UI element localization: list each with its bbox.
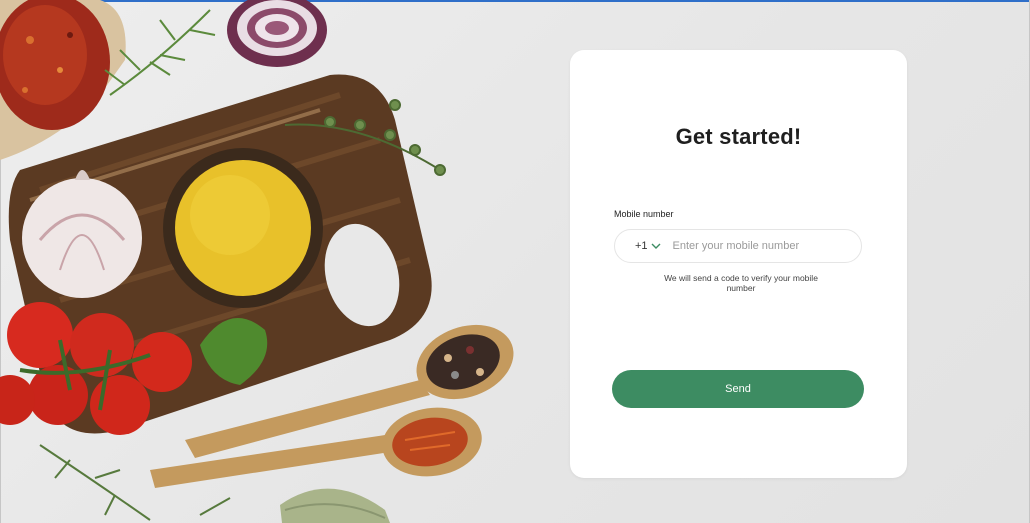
hero-food-illustration bbox=[0, 0, 514, 523]
signup-card: Get started! Mobile number +1 We will se… bbox=[570, 50, 907, 478]
verification-helper-text: We will send a code to verify your mobil… bbox=[664, 273, 818, 293]
bay-leaf-icon bbox=[280, 488, 390, 523]
page-title: Get started! bbox=[675, 124, 802, 149]
mobile-number-field: +1 bbox=[614, 229, 862, 263]
country-code-value: +1 bbox=[635, 240, 648, 252]
mobile-number-input[interactable] bbox=[670, 239, 825, 253]
chili-flakes-spoon-icon bbox=[0, 0, 126, 160]
turmeric-bowl-icon bbox=[163, 148, 323, 308]
mobile-number-label: Mobile number bbox=[614, 209, 674, 219]
chevron-down-icon bbox=[651, 243, 661, 249]
send-button[interactable]: Send bbox=[612, 370, 864, 408]
onion-icon bbox=[227, 0, 327, 67]
country-code-dropdown[interactable]: +1 bbox=[635, 240, 661, 252]
app-window: Get started! Mobile number +1 We will se… bbox=[0, 0, 1030, 523]
